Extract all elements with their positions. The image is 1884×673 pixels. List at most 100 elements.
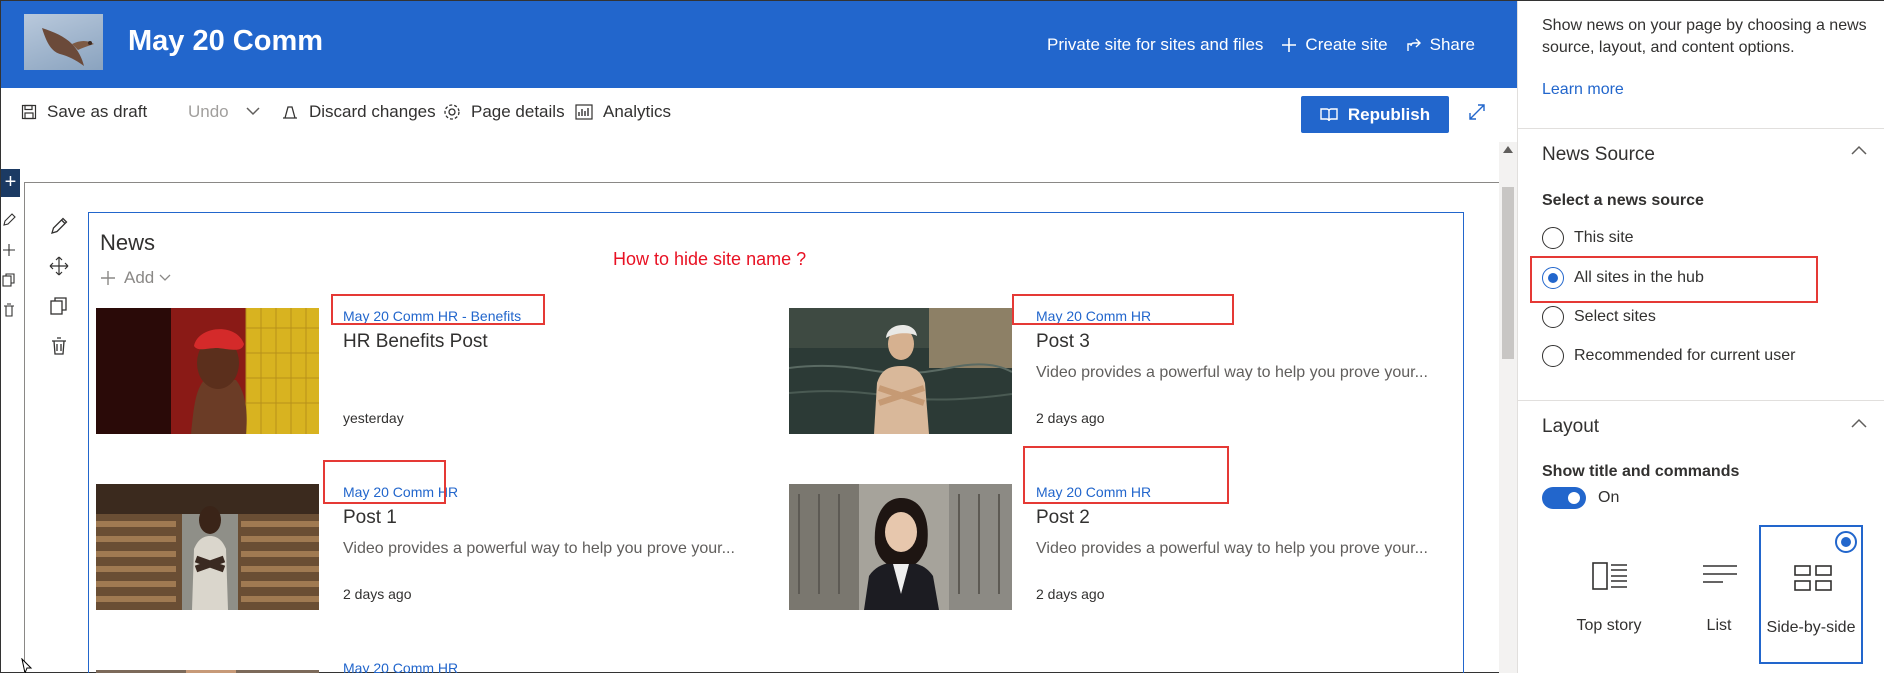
news-site-name[interactable]: May 20 Comm HR - Benefits [343,308,521,324]
property-pane: Show news on your page by choosing a new… [1517,1,1884,673]
section-toolbar: + [1,169,21,673]
edit-section-icon[interactable] [2,213,16,227]
privacy-text: Private site for sites and files [1047,35,1264,54]
news-post-title[interactable]: Post 2 [1036,507,1090,529]
news-thumbnail[interactable] [96,308,319,434]
top-story-icon [1592,562,1627,590]
share-button[interactable]: Share [1406,35,1475,55]
republish-label: Republish [1347,104,1431,124]
analytics-button[interactable]: Analytics [575,102,671,122]
radio-label: All sites in the hub [1574,269,1704,286]
radio-label: This site [1574,229,1634,246]
news-source-header[interactable]: News Source [1542,144,1655,166]
pencil-icon[interactable] [49,216,69,236]
radio-select-sites[interactable]: Select sites [1542,306,1656,328]
news-source-label: Select a news source [1542,192,1704,209]
site-header: May 20 Comm Private site for sites and f… [1,1,1517,88]
news-post-description: Video provides a powerful way to help yo… [1036,364,1428,381]
discard-icon [283,106,297,119]
news-thumbnail[interactable] [96,484,319,610]
divider [1518,400,1884,401]
radio-label: Select sites [1574,308,1656,325]
layout-header[interactable]: Layout [1542,416,1599,438]
news-webpart[interactable]: News Add How to hide site name ? May 20 … [88,212,1464,673]
layout-side-by-side[interactable]: Side-by-side [1759,525,1863,664]
news-site-name[interactable]: May 20 Comm HR [343,660,458,673]
radio-circle-checked[interactable] [1542,267,1564,289]
chevron-down-icon [246,107,260,116]
learn-more-link[interactable]: Learn more [1542,81,1624,99]
news-site-name[interactable]: May 20 Comm HR [1036,484,1151,500]
radio-circle[interactable] [1542,345,1564,367]
news-site-name[interactable]: May 20 Comm HR [1036,308,1151,324]
news-post-title[interactable]: HR Benefits Post [343,331,488,353]
move-section-icon[interactable] [2,243,16,257]
trash-icon[interactable] [49,336,69,356]
undo-button[interactable]: Undo [188,102,229,122]
site-logo[interactable] [24,14,103,70]
move-icon[interactable] [49,256,69,276]
show-title-label: Show title and commands [1542,463,1740,480]
chevron-up-icon[interactable] [1851,418,1867,428]
news-card[interactable]: May 20 Comm HR [96,660,736,673]
divider [1518,128,1884,129]
page-details-button[interactable]: Page details [443,102,565,122]
layout-list[interactable]: List [1669,525,1769,664]
add-news-button[interactable]: Add [100,268,179,288]
news-post-description: Video provides a powerful way to help yo… [1036,540,1428,557]
share-icon [1406,38,1421,51]
plus-icon [101,271,115,285]
news-card[interactable]: May 20 Comm HR Post 2 Video provides a p… [789,484,1429,614]
news-card[interactable]: May 20 Comm HR Post 3 Video provides a p… [789,308,1429,438]
radio-this-site[interactable]: This site [1542,227,1634,249]
news-thumbnail[interactable] [789,484,1012,610]
radio-circle[interactable] [1542,306,1564,328]
news-card[interactable]: May 20 Comm HR Post 1 Video provides a p… [96,484,736,614]
expand-icon[interactable] [1468,103,1486,126]
radio-recommended[interactable]: Recommended for current user [1542,345,1795,367]
vertical-scrollbar[interactable] [1499,142,1517,673]
news-post-date: 2 days ago [1036,586,1105,602]
news-post-title[interactable]: Post 1 [343,507,397,529]
undo-dropdown[interactable] [246,106,270,116]
layout-top-story[interactable]: Top story [1559,525,1659,664]
add-section-button[interactable]: + [1,169,20,197]
create-site-label: Create site [1305,35,1388,54]
list-icon [1703,565,1737,583]
side-by-side-icon [1794,565,1832,591]
chevron-down-icon [159,274,171,281]
share-label: Share [1429,35,1475,54]
save-draft-button[interactable]: Save as draft [21,102,147,122]
create-site-button[interactable]: Create site [1281,35,1388,55]
scroll-thumb[interactable] [1502,187,1514,359]
scroll-up-arrow-icon[interactable] [1503,146,1513,153]
header-actions: Private site for sites and files Create … [1029,35,1475,55]
bird-logo-icon [42,28,94,66]
add-label: Add [124,268,155,287]
news-title[interactable]: News [100,230,155,256]
site-title[interactable]: May 20 Comm [128,25,323,58]
discard-label: Discard changes [309,102,436,121]
duplicate-section-icon[interactable] [2,273,16,287]
plus-icon [1282,38,1297,52]
radio-circle[interactable] [1542,227,1564,249]
chevron-up-icon[interactable] [1851,145,1867,155]
radio-label: Recommended for current user [1574,347,1796,364]
privacy-label: Private site for sites and files [1047,35,1263,55]
duplicate-icon[interactable] [49,296,69,316]
news-post-title[interactable]: Post 3 [1036,331,1090,353]
discard-changes-button[interactable]: Discard changes [281,102,436,122]
layout-option-label: List [1706,617,1732,634]
news-thumbnail[interactable] [789,308,1012,434]
toggle-state-label: On [1598,489,1620,506]
show-title-toggle[interactable] [1542,487,1586,509]
news-site-name[interactable]: May 20 Comm HR [343,484,458,500]
edit-toolbar: Save as draft Undo Discard changes Page … [1,88,1517,142]
news-post-description: Video provides a powerful way to help yo… [343,540,735,557]
book-icon [1320,107,1338,121]
radio-all-sites-hub[interactable]: All sites in the hub [1542,267,1704,289]
news-post-date: 2 days ago [1036,410,1105,426]
republish-button[interactable]: Republish [1301,96,1449,133]
delete-section-icon[interactable] [2,303,16,317]
news-card[interactable]: May 20 Comm HR - Benefits HR Benefits Po… [96,308,736,438]
